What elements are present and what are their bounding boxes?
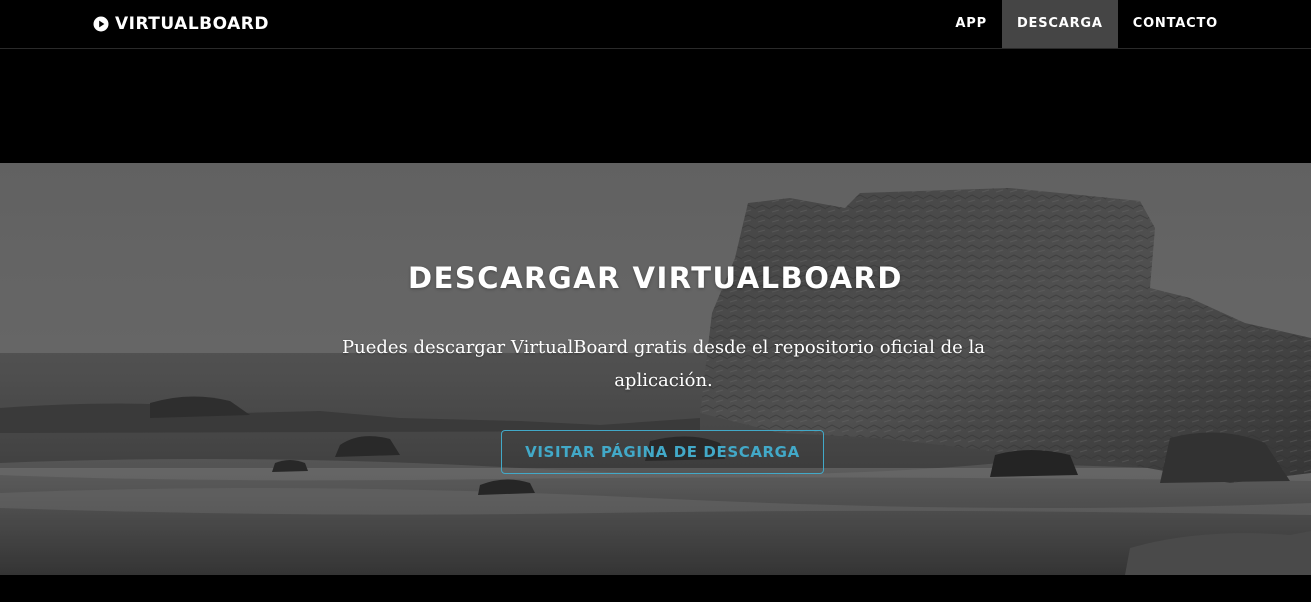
play-circle-icon [93, 16, 109, 32]
nav-link-contacto[interactable]: CONTACTO [1118, 0, 1233, 48]
hero-title: DESCARGAR VIRTUALBOARD [408, 261, 903, 295]
download-hero-section: DESCARGAR VIRTUALBOARD Puedes descargar … [0, 163, 1311, 575]
nav-link-descarga[interactable]: DESCARGA [1001, 0, 1118, 48]
nav-link-app[interactable]: APP [940, 0, 1002, 48]
navbar: VIRTUALBOARD APP DESCARGA CONTACTO [0, 0, 1311, 49]
brand-name: VIRTUALBOARD [115, 14, 269, 34]
bottom-band [0, 575, 1311, 602]
visit-download-page-button[interactable]: VISITAR PÁGINA DE DESCARGA [501, 430, 824, 474]
header-spacer [0, 49, 1311, 163]
nav-menu: APP DESCARGA CONTACTO [940, 0, 1233, 48]
brand-link[interactable]: VIRTUALBOARD [93, 13, 269, 35]
hero-description: Puedes descargar VirtualBoard gratis des… [341, 337, 986, 391]
